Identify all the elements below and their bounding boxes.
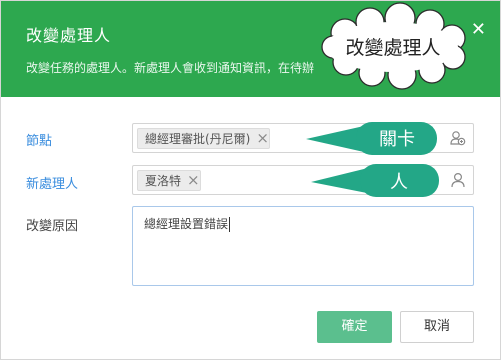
cloud-callout: 改變處理人	[321, 2, 466, 90]
node-callout: 關卡	[306, 122, 437, 155]
annotation-overlay: 改變處理人 關卡 人	[306, 2, 466, 197]
node-callout-text: 關卡	[379, 129, 415, 150]
person-callout: 人	[311, 164, 439, 197]
cloud-callout-text: 改變處理人	[345, 37, 440, 59]
person-callout-text: 人	[390, 172, 408, 193]
